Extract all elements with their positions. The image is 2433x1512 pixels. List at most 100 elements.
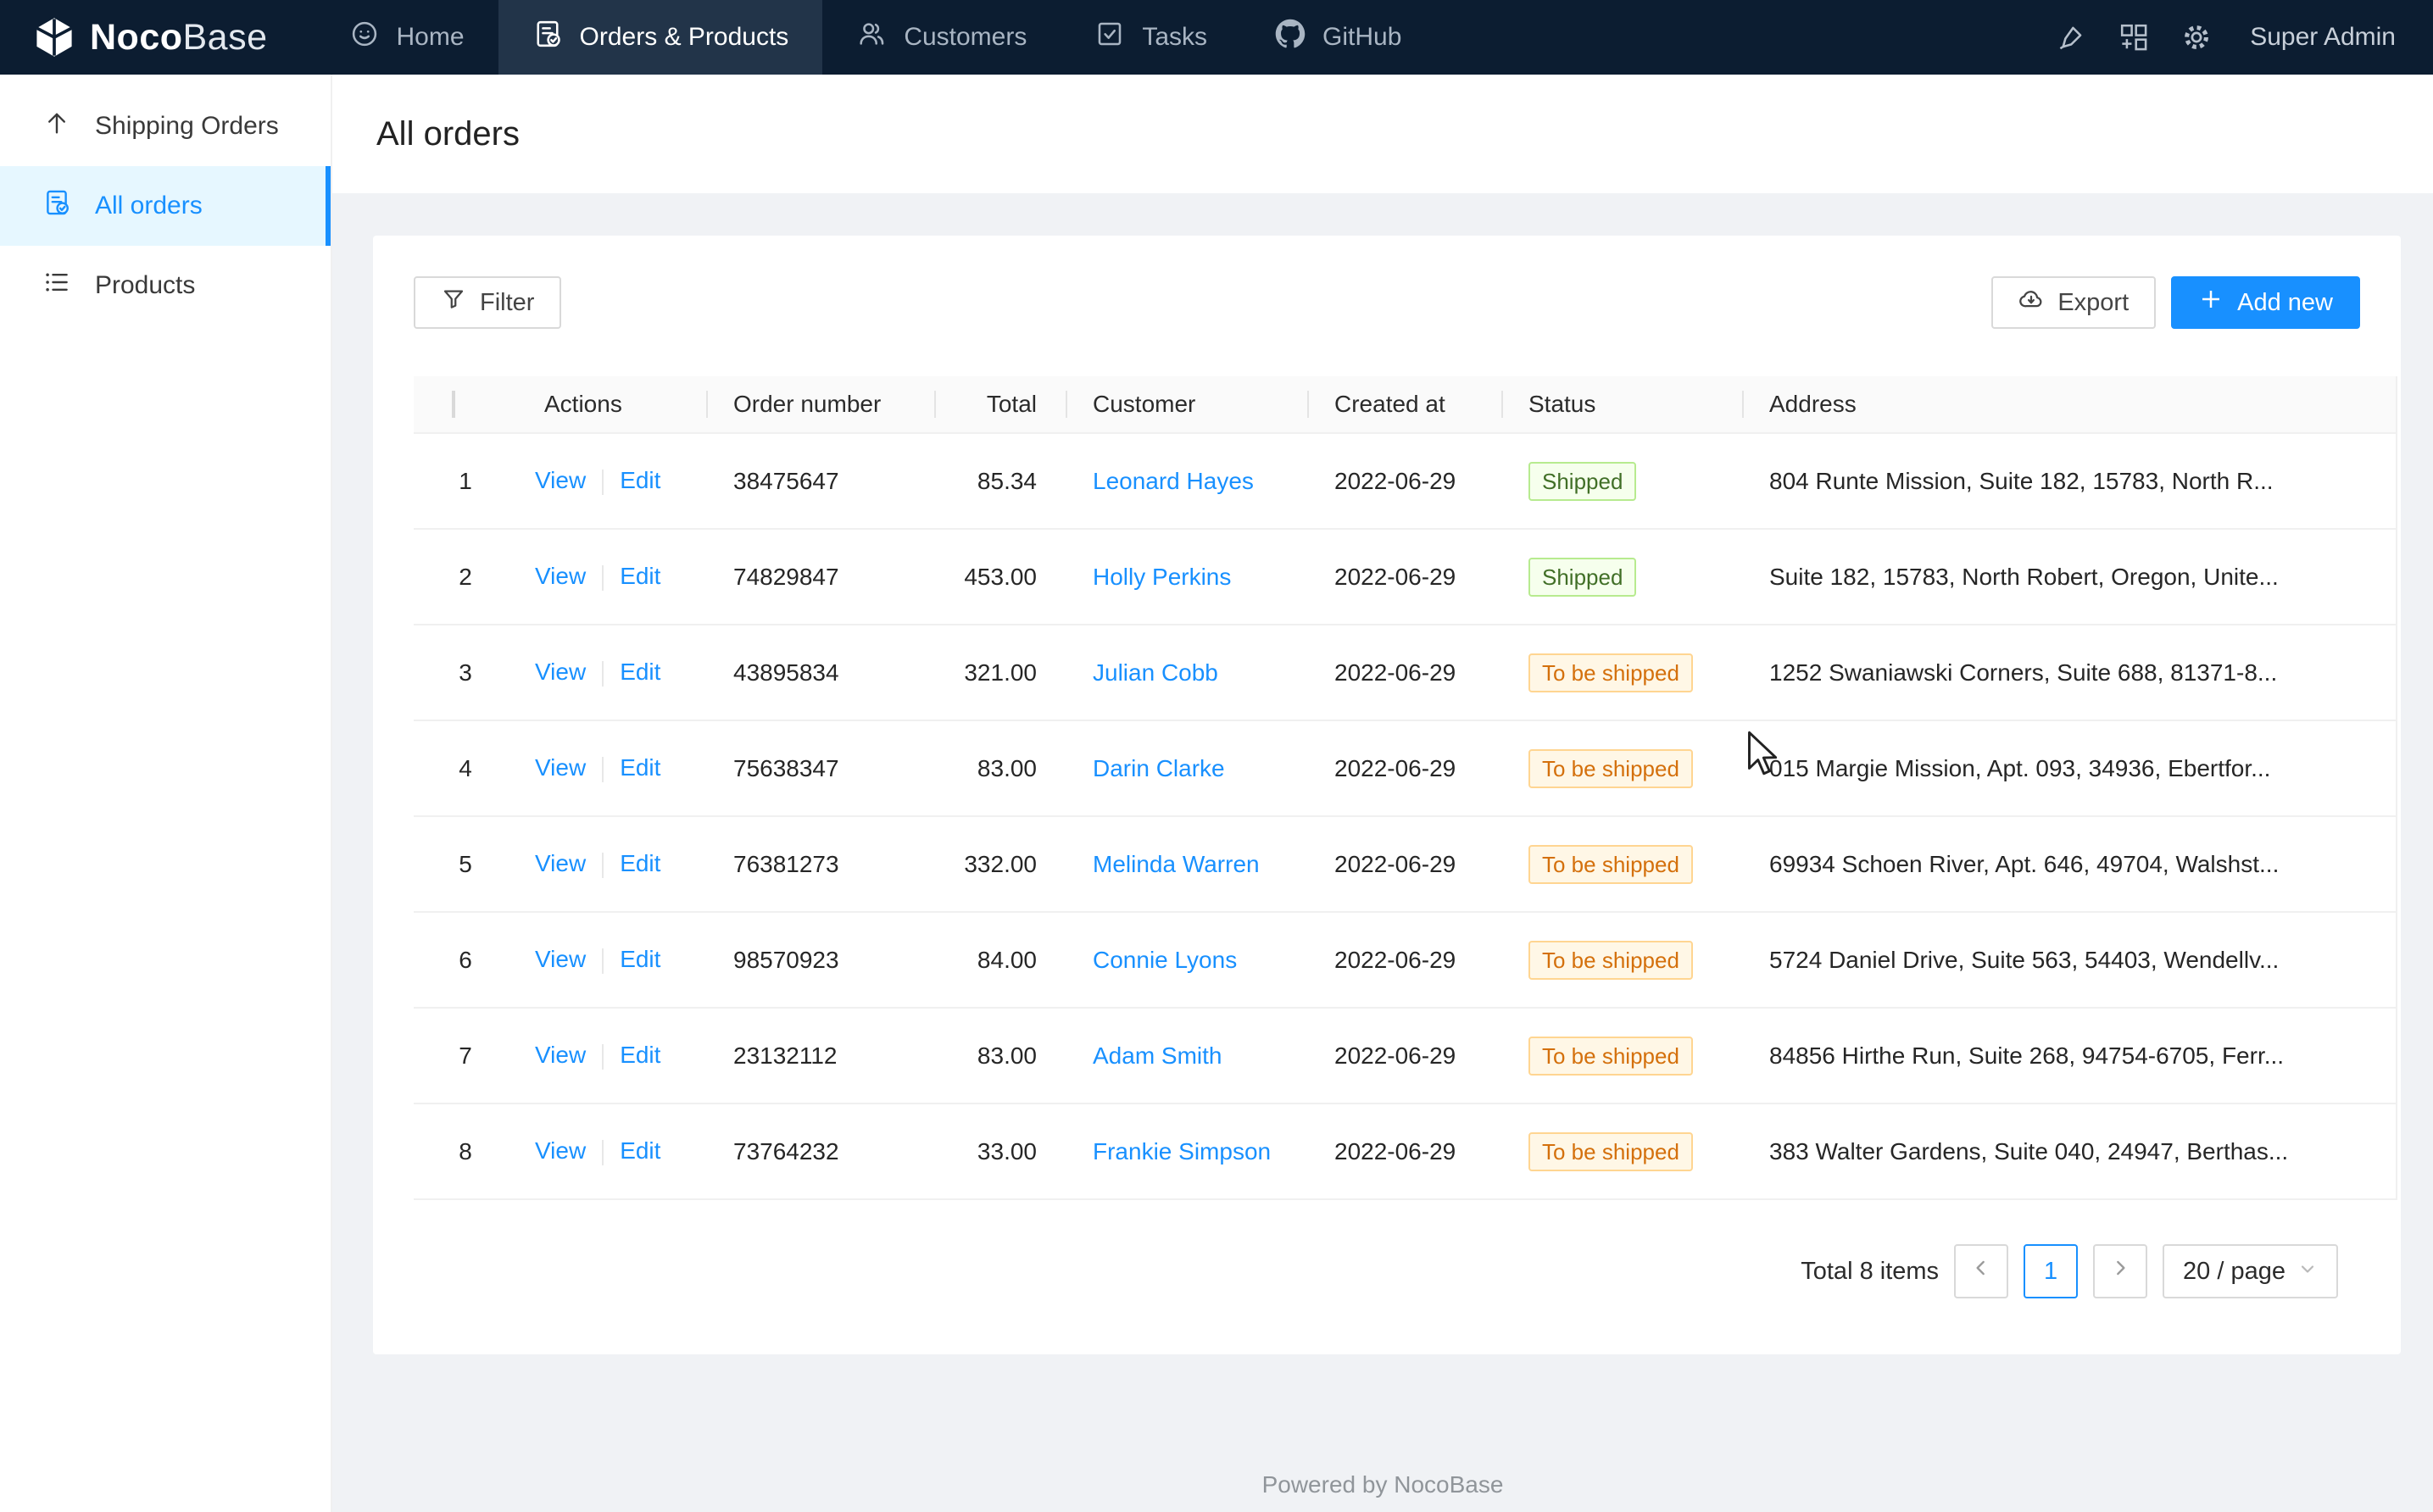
- column-header-actions: Actions: [517, 391, 706, 418]
- pagination: Total 8 items 1 20 / page: [373, 1244, 2401, 1298]
- total-cell: 33.00: [934, 1138, 1066, 1165]
- nav-item-github[interactable]: GitHub: [1241, 0, 1435, 75]
- chevron-down-icon: [2297, 1258, 2318, 1286]
- customer-link[interactable]: Adam Smith: [1093, 1042, 1222, 1069]
- status-cell: To be shipped: [1501, 749, 1742, 788]
- edit-link[interactable]: Edit: [620, 659, 660, 685]
- customer-link[interactable]: Connie Lyons: [1093, 947, 1237, 973]
- status-cell: To be shipped: [1501, 1037, 1742, 1076]
- action-divider: [602, 661, 604, 687]
- nav-item-label: Home: [397, 23, 465, 52]
- status-badge: To be shipped: [1528, 1132, 1693, 1171]
- nav-right: Super Admin: [2040, 0, 2433, 75]
- chevron-right-icon: [2109, 1257, 2131, 1286]
- created-at-cell: 2022-06-29: [1307, 947, 1501, 974]
- order-number-cell: 38475647: [706, 468, 934, 495]
- ui-editor-highlighter-icon[interactable]: [2040, 0, 2102, 75]
- address-cell: 69934 Schoen River, Apt. 646, 49704, Wal…: [1742, 851, 2294, 878]
- view-link[interactable]: View: [535, 754, 586, 781]
- address-cell: 804 Runte Mission, Suite 182, 15783, Nor…: [1742, 468, 2294, 495]
- view-link[interactable]: View: [535, 1042, 586, 1068]
- customer-cell: Frankie Simpson: [1066, 1138, 1307, 1165]
- sidebar-item-all-orders[interactable]: All orders: [0, 166, 331, 246]
- row-index: 2: [414, 564, 517, 591]
- edit-link[interactable]: Edit: [620, 1042, 660, 1068]
- edit-link[interactable]: Edit: [620, 850, 660, 876]
- tasks-icon: [1094, 19, 1125, 56]
- nav-item-orders-products[interactable]: Orders & Products: [498, 0, 823, 75]
- nav-item-label: GitHub: [1322, 23, 1401, 52]
- customer-link[interactable]: Darin Clarke: [1093, 755, 1225, 781]
- table-row: 6ViewEdit9857092384.00Connie Lyons2022-0…: [414, 913, 2396, 1009]
- action-divider: [602, 1044, 604, 1070]
- sidebar-item-shipping-orders[interactable]: Shipping Orders: [0, 86, 331, 166]
- customer-cell: Connie Lyons: [1066, 947, 1307, 974]
- address-cell: 84856 Hirthe Run, Suite 268, 94754-6705,…: [1742, 1042, 2294, 1070]
- orders-table: ActionsOrder numberTotalCustomerCreated …: [414, 376, 2397, 1200]
- table-row: 3ViewEdit43895834321.00Julian Cobb2022-0…: [414, 625, 2396, 721]
- row-index: 3: [414, 659, 517, 687]
- column-header-address: Address: [1742, 391, 2294, 418]
- status-badge: Shipped: [1528, 558, 1636, 597]
- nav-item-tasks[interactable]: Tasks: [1061, 0, 1241, 75]
- add-new-button[interactable]: Add new: [2171, 276, 2360, 329]
- edit-link[interactable]: Edit: [620, 563, 660, 589]
- view-link[interactable]: View: [535, 850, 586, 876]
- created-at-cell: 2022-06-29: [1307, 1042, 1501, 1070]
- view-link[interactable]: View: [535, 467, 586, 493]
- nav-item-customers[interactable]: Customers: [822, 0, 1061, 75]
- column-header-customer: Customer: [1066, 391, 1307, 418]
- column-header-created-at: Created at: [1307, 391, 1501, 418]
- page-size-select[interactable]: 20 / page: [2163, 1244, 2338, 1298]
- view-link[interactable]: View: [535, 659, 586, 685]
- export-button[interactable]: Export: [1991, 276, 2156, 329]
- customer-link[interactable]: Julian Cobb: [1093, 659, 1218, 686]
- address-cell: 1252 Swaniawski Corners, Suite 688, 8137…: [1742, 659, 2294, 687]
- edit-link[interactable]: Edit: [620, 946, 660, 972]
- edit-link[interactable]: Edit: [620, 467, 660, 493]
- user-menu[interactable]: Super Admin: [2228, 23, 2396, 52]
- customer-link[interactable]: Leonard Hayes: [1093, 468, 1254, 494]
- action-divider: [602, 470, 604, 495]
- view-link[interactable]: View: [535, 563, 586, 589]
- row-index: 8: [414, 1138, 517, 1165]
- select-all-checkbox[interactable]: [452, 391, 455, 418]
- customer-link[interactable]: Melinda Warren: [1093, 851, 1260, 877]
- sidebar-item-products[interactable]: Products: [0, 246, 331, 325]
- plugin-blocks-icon[interactable]: [2102, 0, 2165, 75]
- plus-icon: [2198, 286, 2224, 319]
- table-row: 1ViewEdit3847564785.34Leonard Hayes2022-…: [414, 434, 2396, 530]
- status-badge: To be shipped: [1528, 1037, 1693, 1076]
- sidebar-item-label: All orders: [95, 192, 203, 220]
- pagination-next-button[interactable]: [2093, 1244, 2147, 1298]
- customer-link[interactable]: Holly Perkins: [1093, 564, 1231, 590]
- action-divider: [602, 757, 604, 782]
- table-toolbar: Filter Export: [373, 236, 2401, 329]
- view-link[interactable]: View: [535, 1137, 586, 1164]
- filter-funnel-icon: [441, 286, 466, 319]
- created-at-cell: 2022-06-29: [1307, 468, 1501, 495]
- row-actions: View Edit: [517, 467, 706, 495]
- customer-cell: Holly Perkins: [1066, 564, 1307, 591]
- edit-link[interactable]: Edit: [620, 1137, 660, 1164]
- view-link[interactable]: View: [535, 946, 586, 972]
- pagination-page-1[interactable]: 1: [2024, 1244, 2078, 1298]
- orders-card: Filter Export: [373, 236, 2401, 1354]
- brand[interactable]: NocoBase: [0, 0, 315, 75]
- row-index: 7: [414, 1042, 517, 1070]
- nav-item-home[interactable]: Home: [315, 0, 498, 75]
- table-row: 5ViewEdit76381273332.00Melinda Warren202…: [414, 817, 2396, 913]
- settings-gear-icon[interactable]: [2165, 0, 2228, 75]
- row-actions: View Edit: [517, 850, 706, 878]
- status-badge: To be shipped: [1528, 845, 1693, 884]
- edit-link[interactable]: Edit: [620, 754, 660, 781]
- content-area: Filter Export: [332, 193, 2433, 1512]
- customer-cell: Melinda Warren: [1066, 851, 1307, 878]
- pagination-prev-button[interactable]: [1954, 1244, 2008, 1298]
- row-actions: View Edit: [517, 946, 706, 974]
- customer-link[interactable]: Frankie Simpson: [1093, 1138, 1271, 1165]
- total-cell: 332.00: [934, 851, 1066, 878]
- created-at-cell: 2022-06-29: [1307, 659, 1501, 687]
- filter-button[interactable]: Filter: [414, 276, 561, 329]
- row-index: 5: [414, 851, 517, 878]
